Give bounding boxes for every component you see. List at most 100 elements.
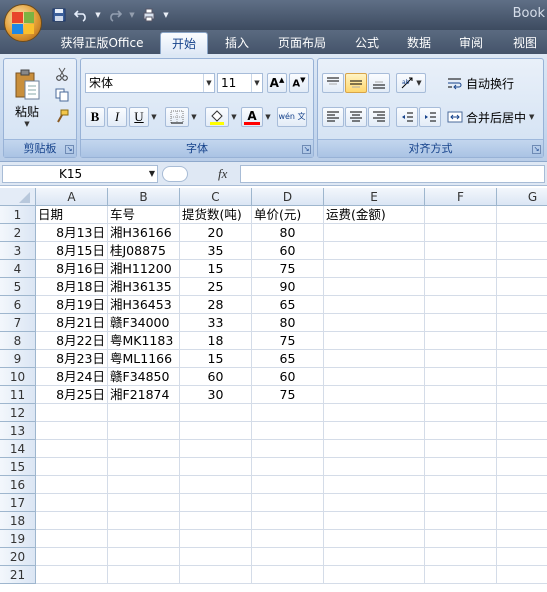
cell-c8[interactable]: 18 (180, 332, 252, 350)
cell-d10[interactable]: 60 (252, 368, 324, 386)
row-header[interactable]: 17 (0, 494, 36, 512)
cell-g4[interactable] (497, 260, 547, 278)
italic-button[interactable]: I (107, 107, 127, 127)
underline-dropdown-icon[interactable]: ▼ (149, 107, 159, 127)
cell-c18[interactable] (180, 512, 252, 530)
cell-d2[interactable]: 80 (252, 224, 324, 242)
cell-c7[interactable]: 33 (180, 314, 252, 332)
cell-a8[interactable]: 8月22日 (36, 332, 108, 350)
row-header[interactable]: 18 (0, 512, 36, 530)
cell-a3[interactable]: 8月15日 (36, 242, 108, 260)
cell-d5[interactable]: 90 (252, 278, 324, 296)
cell-d7[interactable]: 80 (252, 314, 324, 332)
cell-g13[interactable] (497, 422, 547, 440)
cell-d17[interactable] (252, 494, 324, 512)
tab-data[interactable]: 数据 (398, 32, 440, 54)
cell-d12[interactable] (252, 404, 324, 422)
font-size-dropdown-icon[interactable]: ▼ (251, 74, 262, 92)
font-color-button[interactable]: A (241, 107, 263, 127)
row-header[interactable]: 10 (0, 368, 36, 386)
cell-c9[interactable]: 15 (180, 350, 252, 368)
cell-f5[interactable] (425, 278, 497, 296)
cell-c14[interactable] (180, 440, 252, 458)
row-header[interactable]: 5 (0, 278, 36, 296)
column-header-b[interactable]: B (108, 188, 180, 206)
cell-g7[interactable] (497, 314, 547, 332)
cell-c19[interactable] (180, 530, 252, 548)
formula-resize-handle[interactable] (162, 166, 188, 182)
cell-g2[interactable] (497, 224, 547, 242)
cell-e8[interactable] (324, 332, 425, 350)
cell-a6[interactable]: 8月19日 (36, 296, 108, 314)
cell-f18[interactable] (425, 512, 497, 530)
cell-e13[interactable] (324, 422, 425, 440)
font-dialog-launcher[interactable]: ↘ (302, 145, 311, 154)
clipboard-dialog-launcher[interactable]: ↘ (65, 145, 74, 154)
column-header-g[interactable]: G (497, 188, 547, 206)
cell-a10[interactable]: 8月24日 (36, 368, 108, 386)
cell-f2[interactable] (425, 224, 497, 242)
cell-b21[interactable] (108, 566, 180, 584)
phonetic-guide-button[interactable]: wén 文 (277, 107, 307, 127)
cell-d3[interactable]: 60 (252, 242, 324, 260)
cell-f13[interactable] (425, 422, 497, 440)
align-bottom-button[interactable] (368, 73, 390, 93)
cell-a21[interactable] (36, 566, 108, 584)
cell-d8[interactable]: 75 (252, 332, 324, 350)
tab-view[interactable]: 视图 (504, 32, 546, 54)
print-preview-icon[interactable] (140, 7, 158, 23)
tab-get-genuine-office[interactable]: 获得正版Office (52, 32, 152, 54)
cell-e5[interactable] (324, 278, 425, 296)
cell-e20[interactable] (324, 548, 425, 566)
cell-d6[interactable]: 65 (252, 296, 324, 314)
tab-formulas[interactable]: 公式 (346, 32, 388, 54)
cell-e10[interactable] (324, 368, 425, 386)
column-header-a[interactable]: A (36, 188, 108, 206)
column-header-e[interactable]: E (324, 188, 425, 206)
font-color-dropdown-icon[interactable]: ▼ (263, 107, 273, 127)
row-header[interactable]: 8 (0, 332, 36, 350)
cell-d16[interactable] (252, 476, 324, 494)
row-header[interactable]: 13 (0, 422, 36, 440)
column-header-c[interactable]: C (180, 188, 252, 206)
cell-e6[interactable] (324, 296, 425, 314)
cell-g15[interactable] (497, 458, 547, 476)
redo-dropdown-icon[interactable]: ▼ (128, 7, 136, 23)
cell-a4[interactable]: 8月16日 (36, 260, 108, 278)
cell-d9[interactable]: 65 (252, 350, 324, 368)
underline-button[interactable]: U (129, 107, 149, 127)
cell-f9[interactable] (425, 350, 497, 368)
tab-insert[interactable]: 插入 (216, 32, 258, 54)
cell-b16[interactable] (108, 476, 180, 494)
cell-f12[interactable] (425, 404, 497, 422)
bold-button[interactable]: B (85, 107, 105, 127)
cell-e12[interactable] (324, 404, 425, 422)
row-header[interactable]: 4 (0, 260, 36, 278)
cell-d4[interactable]: 75 (252, 260, 324, 278)
cell-e15[interactable] (324, 458, 425, 476)
fill-color-dropdown-icon[interactable]: ▼ (229, 107, 239, 127)
cell-b11[interactable]: 湘F21874 (108, 386, 180, 404)
cell-b4[interactable]: 湘H11200 (108, 260, 180, 278)
cell-e1[interactable]: 运费(金额) (324, 206, 425, 224)
select-all-corner[interactable] (0, 188, 36, 206)
office-button[interactable] (4, 4, 42, 42)
cell-b1[interactable]: 车号 (108, 206, 180, 224)
save-icon[interactable] (50, 7, 68, 23)
cell-a1[interactable]: 日期 (36, 206, 108, 224)
row-header[interactable]: 14 (0, 440, 36, 458)
cell-g20[interactable] (497, 548, 547, 566)
cell-e2[interactable] (324, 224, 425, 242)
cell-a2[interactable]: 8月13日 (36, 224, 108, 242)
cell-a5[interactable]: 8月18日 (36, 278, 108, 296)
cell-g16[interactable] (497, 476, 547, 494)
customize-toolbar-icon[interactable]: ▼ (162, 7, 170, 23)
cell-a17[interactable] (36, 494, 108, 512)
cell-e19[interactable] (324, 530, 425, 548)
cell-g17[interactable] (497, 494, 547, 512)
cell-e7[interactable] (324, 314, 425, 332)
cell-c2[interactable]: 20 (180, 224, 252, 242)
cell-e4[interactable] (324, 260, 425, 278)
row-header[interactable]: 16 (0, 476, 36, 494)
cell-g6[interactable] (497, 296, 547, 314)
